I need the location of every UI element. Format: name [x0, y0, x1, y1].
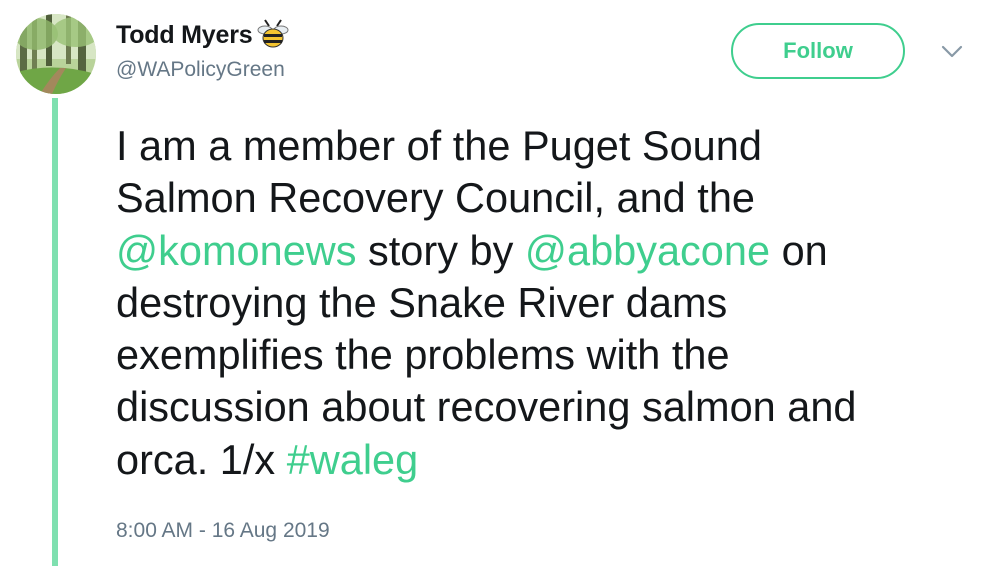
mention-link[interactable]: @komonews [116, 227, 357, 274]
tweet-text-line: destroying the Snake River dams [116, 277, 976, 329]
author-handle[interactable]: @WAPolicyGreen [116, 58, 285, 82]
tweet-text-segment: exemplifies the problems with the [116, 331, 730, 379]
tweet-timestamp[interactable]: 8:00 AM - 16 Aug 2019 [116, 519, 330, 543]
bee-icon [256, 18, 290, 52]
tweet-text-line: I am a member of the Puget Sound [116, 120, 976, 172]
forest-avatar-icon [16, 14, 96, 94]
chevron-down-icon[interactable] [938, 42, 966, 62]
tweet-text-line: discussion about recovering salmon and [116, 381, 976, 433]
thread-line [52, 98, 58, 566]
tweet-text-segment: destroying the Snake River dams [116, 278, 728, 326]
tweet-text-segment: story by [356, 226, 525, 274]
tweet-text-line: @komonews story by @abbyacone on [116, 225, 976, 277]
author-name-row: Todd Myers [116, 18, 290, 52]
hashtag-link[interactable]: #waleg [287, 436, 419, 483]
tweet-text-segment: orca. 1/x [116, 435, 287, 483]
tweet-text-segment: Salmon Recovery Council, and the [116, 174, 755, 222]
follow-button[interactable]: Follow [731, 23, 905, 79]
tweet-text-line: Salmon Recovery Council, and the [116, 172, 976, 224]
tweet-text-line: orca. 1/x #waleg [116, 434, 976, 486]
tweet-text-segment: I am a member of the Puget Sound [116, 122, 762, 169]
author-display-name[interactable]: Todd Myers [116, 21, 253, 50]
tweet-text-segment: on [770, 226, 828, 274]
avatar[interactable] [16, 14, 96, 94]
mention-link[interactable]: @abbyacone [525, 227, 770, 274]
tweet-text-line: exemplifies the problems with the [116, 329, 976, 381]
tweet-text: I am a member of the Puget Sound Salmon R… [116, 120, 976, 486]
tweet-text-segment: discussion about recovering salmon and [116, 383, 857, 431]
